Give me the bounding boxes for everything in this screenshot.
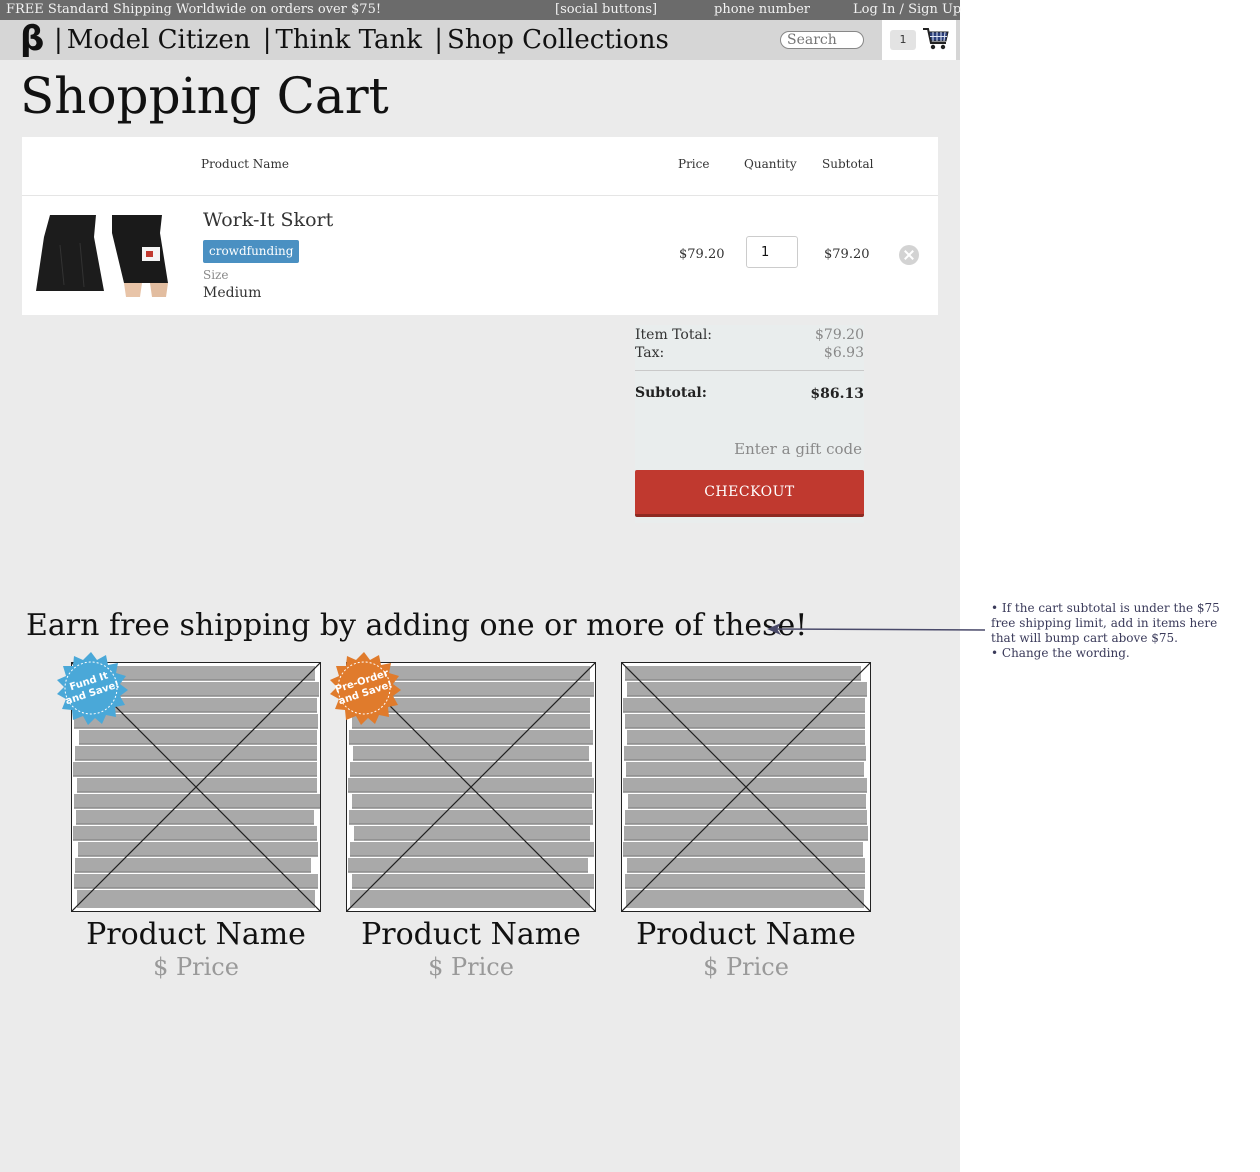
cart-count-badge: 1 xyxy=(890,30,916,50)
nav-link-shop-collections[interactable]: Shop Collections xyxy=(447,25,669,55)
item-total-label: Item Total: xyxy=(635,327,713,343)
gift-code-field[interactable]: Enter a gift code xyxy=(734,440,862,458)
mini-cart[interactable]: 1 xyxy=(882,20,956,60)
product-thumbnail[interactable] xyxy=(36,215,178,297)
nav-link-model-citizen[interactable]: Model Citizen xyxy=(67,25,251,55)
main-nav: | Model Citizen | Think Tank | Shop Collect… xyxy=(50,23,669,57)
phone-number[interactable]: phone number xyxy=(714,0,810,20)
remove-item-icon[interactable] xyxy=(899,245,919,265)
annotation-note: • If the cart subtotal is under the $75 … xyxy=(991,601,1241,661)
upsell-heading: Earn free shipping by adding one or more… xyxy=(26,608,808,643)
size-value: Medium xyxy=(203,285,262,301)
nav-separator: | xyxy=(54,25,63,55)
checkout-button[interactable]: CHECKOUT xyxy=(635,470,864,517)
nav-separator: | xyxy=(262,25,272,55)
tax-value: $6.93 xyxy=(823,345,864,361)
crowdfunding-tag: crowdfunding xyxy=(203,240,300,263)
social-buttons[interactable]: [social buttons] xyxy=(555,0,657,20)
nav-separator: | xyxy=(434,25,444,55)
annotation-line: • If the cart subtotal is under the $75 … xyxy=(991,601,1220,645)
annotation-line: • Change the wording. xyxy=(991,646,1130,660)
upsell-product-price: $ Price xyxy=(153,953,239,981)
column-header-quantity: Quantity xyxy=(744,157,797,171)
upsell-product-name[interactable]: Product Name xyxy=(601,917,891,952)
nav-link-think-tank[interactable]: Think Tank xyxy=(276,25,423,55)
subtotal-label: Subtotal: xyxy=(635,385,707,401)
order-totals: Item Total: $79.20 Tax: $6.93 Subtotal: … xyxy=(635,325,864,523)
page-canvas: FREE Standard Shipping Worldwide on orde… xyxy=(0,0,961,1172)
subtotal-value: $86.13 xyxy=(810,386,864,402)
column-header-product-name: Product Name xyxy=(201,157,289,171)
fund-it-badge-icon: Fund It and Save! xyxy=(57,652,128,725)
upsell-product-price: $ Price xyxy=(703,953,789,981)
column-header-subtotal: Subtotal xyxy=(822,157,874,171)
shipping-promo: FREE Standard Shipping Worldwide on orde… xyxy=(6,2,382,17)
size-label: Size xyxy=(203,268,229,282)
annotation-arrow-icon xyxy=(767,623,986,635)
cart-item-subtotal: $79.20 xyxy=(824,247,870,262)
shopping-cart-icon[interactable] xyxy=(922,25,950,53)
table-divider xyxy=(22,195,938,196)
quantity-input[interactable] xyxy=(746,236,798,268)
login-signup-link[interactable]: Log In / Sign Up xyxy=(853,0,961,20)
page-title: Shopping Cart xyxy=(20,67,389,125)
totals-divider xyxy=(635,370,864,371)
upsell-product-name[interactable]: Product Name xyxy=(326,917,616,952)
search-input[interactable] xyxy=(780,31,864,49)
beta-logo[interactable]: β xyxy=(20,21,44,57)
nav-bar: β | Model Citizen | Think Tank | Shop Colle… xyxy=(0,20,960,60)
cart-item-name[interactable]: Work-It Skort xyxy=(203,209,333,231)
cart-item-price: $79.20 xyxy=(679,247,725,262)
upsell-product-price: $ Price xyxy=(428,953,514,981)
tax-label: Tax: xyxy=(635,345,665,361)
top-bar: FREE Standard Shipping Worldwide on orde… xyxy=(0,0,961,20)
cart-table: Product Name Price Quantity Subtotal Wor… xyxy=(22,137,938,315)
item-total-value: $79.20 xyxy=(815,327,864,343)
column-header-price: Price xyxy=(678,157,710,171)
pre-order-badge-icon: Pre-Order and Save! xyxy=(330,652,401,725)
product-image-placeholder[interactable] xyxy=(621,662,871,912)
upsell-product-name[interactable]: Product Name xyxy=(51,917,341,952)
